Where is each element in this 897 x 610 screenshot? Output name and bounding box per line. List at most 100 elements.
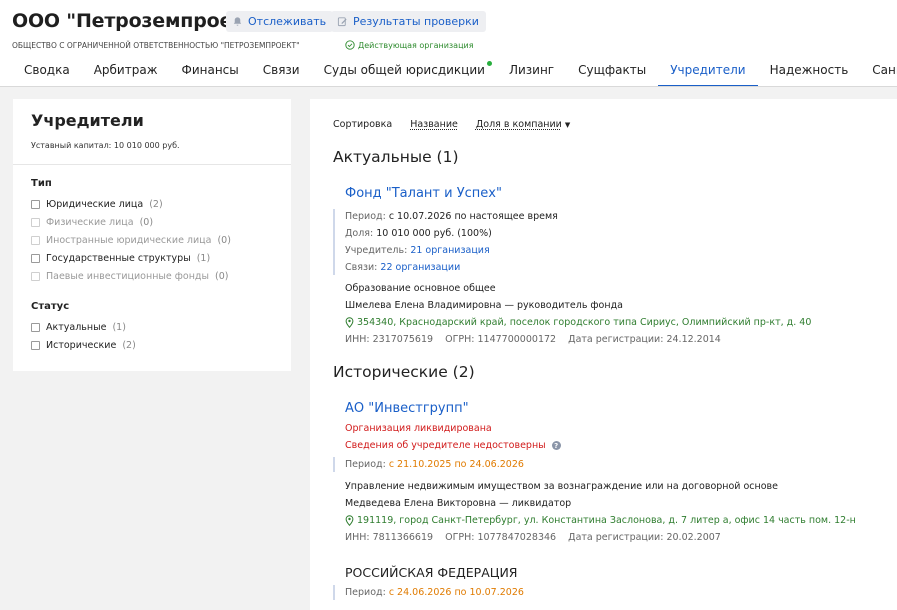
tab-courts[interactable]: Суды общей юрисдикции: [312, 56, 497, 87]
bell-icon: [233, 17, 242, 26]
links-label: Связи:: [345, 262, 378, 273]
authorized-capital: Уставный капитал: 10 010 000 руб.: [31, 141, 180, 150]
founder-founders: Учредитель: 21 организация: [345, 245, 490, 256]
follow-button[interactable]: Отслеживать: [226, 11, 334, 32]
sort-by-share-label: Доля в компании: [475, 119, 562, 130]
share-value: 10 010 000 руб. (100%): [376, 228, 492, 239]
follow-label: Отслеживать: [248, 15, 327, 28]
filter-state-structures[interactable]: Государственные структуры (1): [31, 253, 210, 264]
founder-activity: Образование основное общее: [345, 283, 496, 294]
nav-tabs: Сводка Арбитраж Финансы Связи Суды общей…: [12, 56, 897, 87]
tab-facts[interactable]: Сущфакты: [566, 56, 658, 87]
period-label: Период:: [345, 459, 386, 470]
founder-accent-bar: [333, 209, 335, 275]
filter-label: Исторические: [46, 340, 117, 351]
filter-legal-entities[interactable]: Юридические лица (2): [31, 199, 163, 210]
status-text: Действующая организация: [358, 40, 474, 50]
filter-label: Физические лица: [46, 217, 134, 228]
historical-head: Медведева Елена Викторовна — ликвидатор: [345, 498, 572, 509]
filter-count: (1): [196, 253, 211, 264]
tab-leasing[interactable]: Лизинг: [497, 56, 566, 87]
period-value: с 10.07.2026 по настоящее время: [388, 211, 558, 222]
checkbox[interactable]: [31, 341, 40, 350]
check-results-button[interactable]: Результаты проверки: [331, 11, 486, 32]
period-value: с 21.10.2025 по 24.06.2026: [388, 459, 524, 470]
historical-address: 191119, город Санкт-Петербург, ул. Конст…: [345, 515, 856, 526]
filter-status-heading: Статус: [31, 301, 70, 312]
sort-by-share[interactable]: Доля в компании ▼: [476, 119, 570, 130]
founder-share: Доля: 10 010 000 руб. (100%): [345, 228, 492, 239]
founders-list: Сортировка Название Доля в компании ▼ Акт…: [310, 99, 897, 610]
historical-requisites: ИНН: 7811366619 ОГРН: 1077847028346 Дата…: [345, 532, 721, 543]
historical-founder-2: РОССИЙСКАЯ ФЕДЕРАЦИЯ: [345, 565, 518, 580]
location-pin-icon: [345, 515, 354, 526]
tab-finance[interactable]: Финансы: [170, 56, 251, 87]
links-count-link[interactable]: 22 организации: [380, 262, 460, 273]
filter-label: Иностранные юридические лица: [46, 235, 212, 246]
filter-divider: [13, 164, 291, 165]
period-accent-bar: [333, 457, 335, 472]
checkbox[interactable]: [31, 254, 40, 263]
filter-historical[interactable]: Исторические (2): [31, 340, 136, 351]
checkbox[interactable]: [31, 200, 40, 209]
header-divider: [0, 86, 897, 87]
tab-links[interactable]: Связи: [251, 56, 312, 87]
founder-count-link[interactable]: 21 организация: [410, 245, 489, 256]
tab-reliability[interactable]: Надежность: [758, 56, 861, 87]
checkbox[interactable]: [31, 323, 40, 332]
share-label: Доля:: [345, 228, 374, 239]
period-label: Период:: [345, 587, 386, 598]
section-historical-heading: Исторические (2): [333, 363, 475, 381]
edit-doc-icon: [337, 17, 347, 27]
filter-count: (2): [149, 199, 163, 210]
filter-label: Актуальные: [46, 322, 107, 333]
filter-type-heading: Тип: [31, 178, 52, 189]
check-results-label: Результаты проверки: [353, 15, 479, 28]
founder-address: 354340, Краснодарский край, поселок горо…: [345, 317, 811, 328]
company-header: ООО "Петроземпроект" Отслеживать Результ…: [0, 0, 897, 87]
founder-head: Шмелева Елена Владимировна — руководител…: [345, 300, 623, 311]
tab-arbitration[interactable]: Арбитраж: [82, 56, 170, 87]
caret-down-icon: ▼: [564, 121, 571, 129]
tab-summary[interactable]: Сводка: [12, 56, 82, 87]
check-circle-icon: [345, 40, 355, 50]
filter-count: (2): [122, 340, 136, 351]
filter-mutual-funds: Паевые инвестиционные фонды (0): [31, 271, 228, 282]
filter-label: Паевые инвестиционные фонды: [46, 271, 209, 282]
sort-by-name[interactable]: Название: [410, 119, 458, 130]
filter-count: (0): [139, 217, 154, 228]
sort-label: Сортировка: [333, 119, 393, 130]
filter-title: Учредители: [31, 111, 144, 130]
historical-activity: Управление недвижимым имуществом за возн…: [345, 481, 779, 492]
checkbox: [31, 236, 40, 245]
company-full-name: ОБЩЕСТВО С ОГРАНИЧЕННОЙ ОТВЕТСТВЕННОСТЬЮ…: [12, 41, 300, 50]
filter-label: Государственные структуры: [46, 253, 191, 264]
filter-label: Юридические лица: [46, 199, 144, 210]
liquidated-notice: Организация ликвидирована: [345, 423, 492, 434]
historical-period-2: Период: с 24.06.2026 по 10.07.2026: [345, 587, 524, 598]
section-actual-heading: Актуальные (1): [333, 148, 459, 166]
help-icon[interactable]: ?: [551, 441, 561, 450]
founder-period: Период: с 10.07.2026 по настоящее время: [345, 211, 558, 222]
founder-name-link[interactable]: Фонд "Талант и Успех": [345, 186, 502, 201]
tab-sanctions[interactable]: Санкции: [860, 56, 897, 87]
location-pin-icon: [345, 317, 354, 328]
tab-founders[interactable]: Учредители: [658, 56, 758, 87]
checkbox: [31, 218, 40, 227]
historical-founder-link[interactable]: АО "Инвестгрупп": [345, 401, 469, 416]
address-text: 191119, город Санкт-Петербург, ул. Конст…: [357, 515, 856, 526]
filter-count: (0): [217, 235, 231, 246]
filter-count: (0): [215, 271, 229, 282]
unreliable-notice: Сведения об учредителе недостоверны ?: [345, 440, 561, 451]
filter-actual[interactable]: Актуальные (1): [31, 322, 126, 333]
sort-bar: Сортировка Название Доля в компании ▼: [333, 119, 570, 130]
address-text: 354340, Краснодарский край, поселок горо…: [357, 317, 812, 328]
filter-foreign-entities: Иностранные юридические лица (0): [31, 235, 231, 246]
checkbox: [31, 272, 40, 281]
period-label: Период:: [345, 211, 386, 222]
unreliable-text: Сведения об учредителе недостоверны: [345, 440, 546, 451]
status-badge: Действующая организация: [345, 40, 474, 50]
period-accent-bar: [333, 585, 335, 600]
period-value: с 24.06.2026 по 10.07.2026: [388, 587, 524, 598]
filter-panel: Учредители Уставный капитал: 10 010 000 …: [13, 99, 291, 371]
